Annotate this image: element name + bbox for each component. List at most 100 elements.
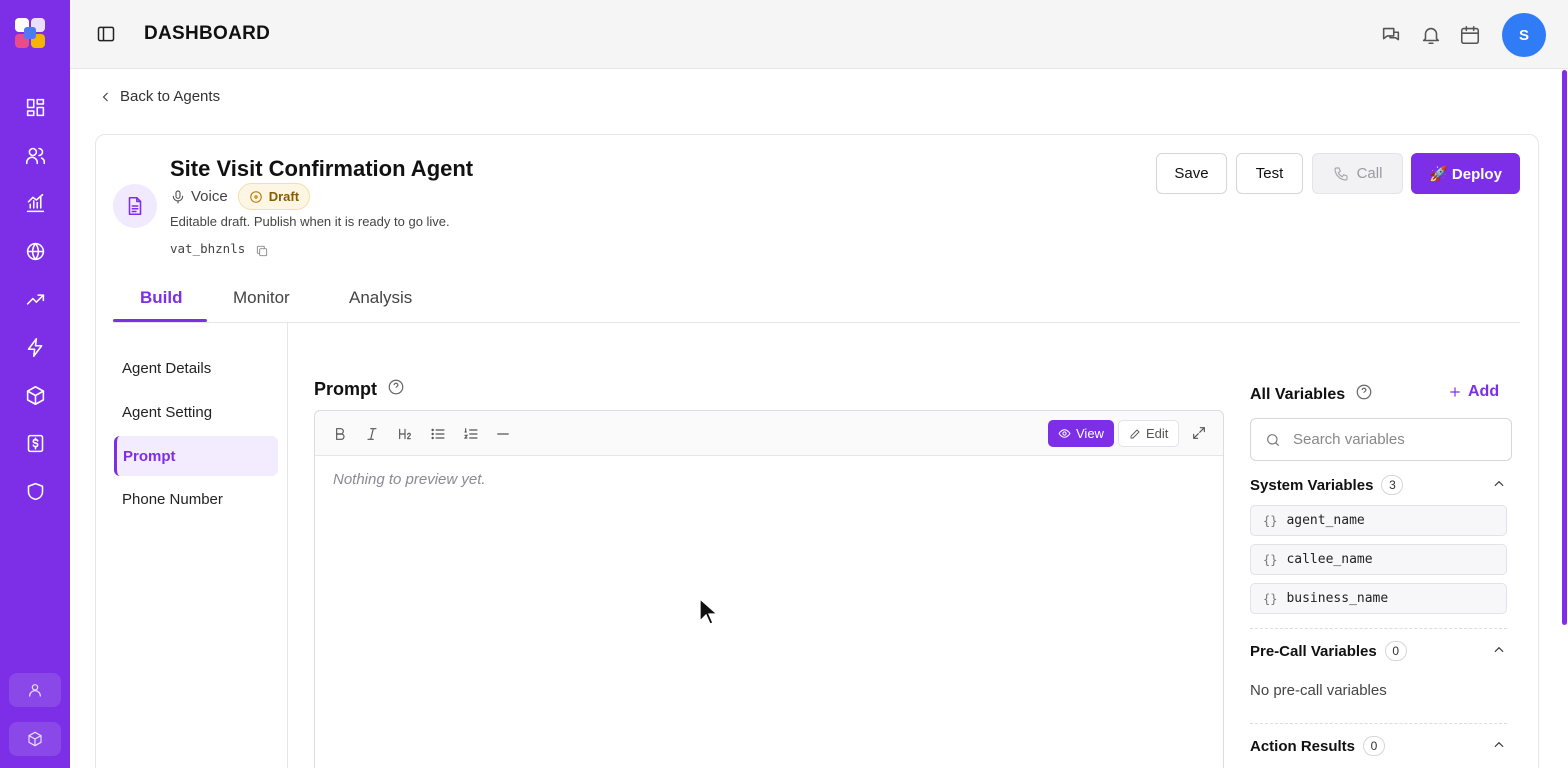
- active-tab-indicator: [113, 319, 207, 322]
- bullet-list-icon[interactable]: [429, 425, 447, 443]
- chevron-left-icon: [102, 92, 108, 101]
- grid-icon[interactable]: [23, 95, 47, 119]
- tab-build[interactable]: Build: [140, 288, 183, 308]
- variables-help-icon[interactable]: [1355, 383, 1373, 406]
- status-badge: Draft: [237, 183, 311, 210]
- chevron-up-icon[interactable]: [1492, 477, 1506, 495]
- agent-type-label: Voice: [191, 188, 228, 205]
- user-icon: [29, 684, 41, 697]
- variable-name: business_name: [1286, 591, 1389, 606]
- divider-icon[interactable]: [494, 425, 512, 443]
- copy-icon[interactable]: [255, 244, 269, 258]
- save-button[interactable]: Save: [1156, 153, 1227, 194]
- bell-icon[interactable]: [1420, 24, 1442, 46]
- calendar-icon[interactable]: [1459, 24, 1481, 46]
- pencil-icon: [1130, 428, 1140, 438]
- variables-title: All Variables: [1250, 385, 1346, 403]
- view-mode-label: View: [1076, 426, 1104, 441]
- numbered-list-icon[interactable]: [462, 425, 480, 443]
- expand-icon[interactable]: [1191, 425, 1207, 446]
- microphone-icon: [172, 189, 184, 204]
- variable-chip[interactable]: {} callee_name: [1250, 544, 1507, 575]
- edit-mode-button[interactable]: Edit: [1118, 420, 1180, 447]
- profile-button[interactable]: [9, 673, 61, 707]
- system-variables-count: 3: [1381, 475, 1404, 495]
- section-divider: [1250, 628, 1507, 629]
- test-button[interactable]: Test: [1236, 153, 1303, 194]
- avatar[interactable]: S: [1502, 13, 1546, 57]
- globe-icon[interactable]: [23, 239, 47, 263]
- subnav-phone-number[interactable]: Phone Number: [114, 479, 278, 519]
- draft-status-icon: [249, 190, 262, 203]
- sidebar-toggle-icon[interactable]: [96, 24, 116, 44]
- chevron-up-icon[interactable]: [1492, 738, 1506, 756]
- system-variables-header[interactable]: System Variables 3: [1250, 474, 1508, 496]
- deploy-button[interactable]: 🚀 Deploy: [1411, 153, 1520, 194]
- app-logo[interactable]: [13, 16, 47, 50]
- users-icon[interactable]: [23, 143, 47, 167]
- billing-icon[interactable]: [23, 431, 47, 455]
- agent-tabs: Build Monitor Analysis: [113, 280, 1520, 323]
- action-results-header[interactable]: Action Results 0: [1250, 735, 1508, 757]
- variable-chip[interactable]: {} business_name: [1250, 583, 1507, 614]
- status-badge-label: Draft: [268, 189, 300, 204]
- variable-chip[interactable]: {} agent_name: [1250, 505, 1507, 536]
- trending-icon[interactable]: [23, 287, 47, 311]
- chat-icon[interactable]: [1380, 24, 1402, 46]
- left-rail: [0, 0, 70, 768]
- phone-icon: [1334, 166, 1348, 181]
- preview-empty-text: Nothing to preview yet.: [333, 471, 486, 488]
- agent-id-value: vat_bhznls: [170, 240, 246, 256]
- subnav-agent-setting[interactable]: Agent Setting: [114, 392, 278, 432]
- bold-icon[interactable]: [331, 425, 349, 443]
- agent-id: vat_bhznls: [170, 238, 269, 258]
- variable-name: callee_name: [1286, 552, 1373, 567]
- help-icon[interactable]: [387, 378, 405, 401]
- chevron-up-icon[interactable]: [1492, 643, 1506, 661]
- draft-note: Editable draft. Publish when it is ready…: [170, 214, 450, 229]
- tab-analysis[interactable]: Analysis: [349, 288, 412, 308]
- eye-icon: [1058, 429, 1071, 438]
- workspace-button[interactable]: [9, 722, 61, 756]
- variables-heading: All Variables: [1250, 383, 1373, 406]
- variable-name: agent_name: [1286, 513, 1365, 528]
- action-results-label: Action Results: [1250, 737, 1356, 755]
- subnav-prompt[interactable]: Prompt: [114, 436, 278, 476]
- agent-type: Voice: [170, 188, 228, 205]
- section-divider: [1250, 723, 1507, 724]
- page-title: DASHBOARD: [144, 23, 271, 44]
- subnav-divider: [287, 323, 288, 768]
- add-variable-button[interactable]: Add: [1448, 383, 1499, 401]
- chart-icon[interactable]: [23, 191, 47, 215]
- agent-name: Site Visit Confirmation Agent: [170, 156, 474, 181]
- italic-icon[interactable]: [363, 425, 381, 443]
- subnav-agent-details[interactable]: Agent Details: [114, 348, 278, 388]
- call-button[interactable]: Call: [1312, 153, 1403, 194]
- mouse-cursor-icon: [699, 597, 719, 631]
- prompt-heading: Prompt: [314, 378, 405, 401]
- plus-icon: [1450, 387, 1460, 397]
- precall-variables-label: Pre-Call Variables: [1250, 642, 1377, 660]
- system-variables-label: System Variables: [1250, 476, 1374, 494]
- box-icon[interactable]: [23, 383, 47, 407]
- variable-search: [1250, 418, 1512, 461]
- view-mode-button[interactable]: View: [1048, 420, 1114, 447]
- action-results-count: 0: [1363, 736, 1386, 756]
- braces-icon: {}: [1263, 591, 1278, 606]
- precall-variables-header[interactable]: Pre-Call Variables 0: [1250, 640, 1508, 662]
- heading-icon[interactable]: [396, 425, 414, 443]
- prompt-title: Prompt: [314, 379, 377, 399]
- top-bar: DASHBOARD S: [70, 0, 1568, 69]
- editor-toolbar: View Edit: [315, 411, 1223, 456]
- back-link[interactable]: Back to Agents: [100, 88, 220, 105]
- back-link-label: Back to Agents: [120, 88, 221, 105]
- zap-icon[interactable]: [23, 335, 47, 359]
- prompt-editor[interactable]: View Edit Nothing to preview yet.: [314, 410, 1224, 768]
- shield-icon[interactable]: [23, 479, 47, 503]
- variable-search-input[interactable]: [1293, 431, 1493, 448]
- edit-mode-label: Edit: [1146, 426, 1169, 441]
- document-icon: [113, 184, 157, 228]
- braces-icon: {}: [1263, 513, 1278, 528]
- page-scrollbar[interactable]: [1562, 70, 1567, 625]
- tab-monitor[interactable]: Monitor: [233, 288, 290, 308]
